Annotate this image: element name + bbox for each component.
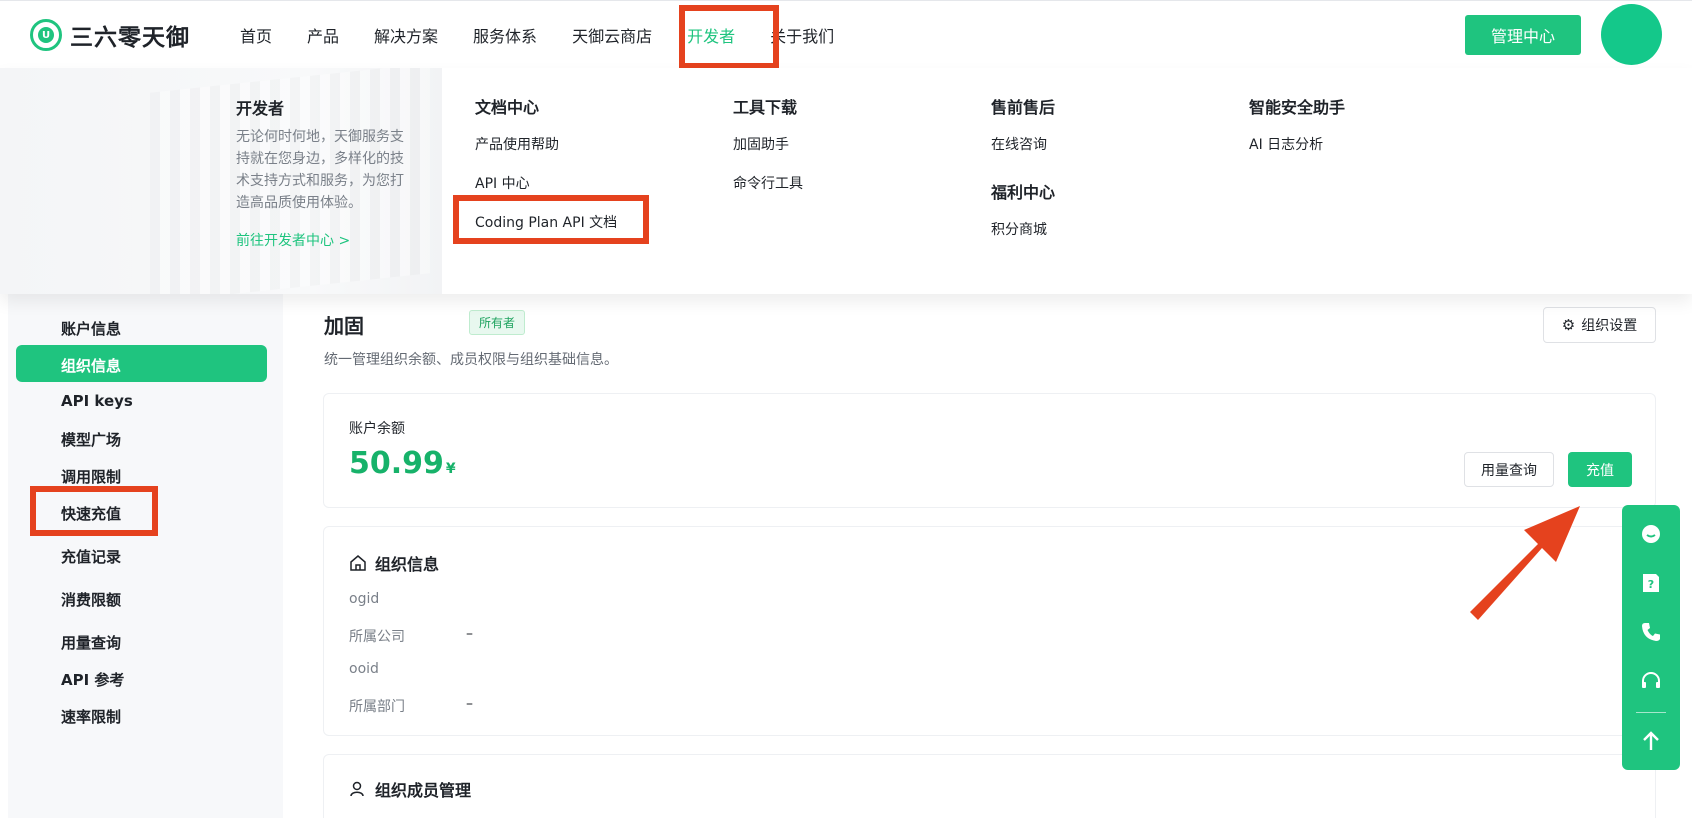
sidebar-item-org-info[interactable]: 组织信息 (61, 355, 121, 376)
sidebar-item-rate-limit[interactable]: 速率限制 (61, 706, 121, 727)
phone-icon[interactable] (1639, 620, 1663, 644)
support-column: 售前售后 在线咨询 福利中心 积分商城 (991, 94, 1055, 258)
info-value-company: – (466, 626, 473, 642)
org-members-title: 组织成员管理 (375, 781, 472, 800)
headset-icon[interactable] (1639, 669, 1663, 693)
top-navbar: U 三六零天御 首页 产品 解决方案 服务体系 天御云商店 开发者 关于我们 管… (0, 0, 1692, 69)
ai-assistant-column: 智能安全助手 AI 日志分析 (1249, 94, 1345, 173)
info-label-ooid: ooid (349, 661, 379, 677)
usage-query-button[interactable]: 用量查询 (1464, 452, 1554, 487)
balance-card: 账户余额 50.99 ¥ 用量查询 充值 (323, 393, 1656, 508)
dropdown-intro-description: 无论何时何地，天御服务支持就在您身边，多样化的技术支持方式和服务，为您打造高品质… (236, 129, 404, 211)
sidebar-item-account-info[interactable]: 账户信息 (61, 318, 121, 339)
owner-badge: 所有者 (469, 310, 526, 335)
tools-column-title: 工具下载 (733, 98, 798, 117)
org-settings-button[interactable]: ⚙ 组织设置 (1543, 307, 1656, 343)
page-title: 加固 (324, 314, 364, 338)
sidebar-item-usage-query[interactable]: 用量查询 (61, 632, 121, 653)
sidebar-item-spending-limit[interactable]: 消费限额 (61, 589, 121, 610)
developer-highlight-box (679, 5, 779, 69)
org-members-card: 组织成员管理 (323, 754, 1656, 818)
org-settings-label: 组织设置 (1581, 318, 1638, 334)
org-info-card: 组织信息 ogid 所属公司 – ooid 所属部门 – (323, 526, 1656, 736)
tools-item-hardening-assistant[interactable]: 加固助手 (733, 134, 803, 173)
sidebar-item-api-reference[interactable]: API 参考 (61, 669, 124, 690)
logo-mark-icon: U (30, 19, 62, 51)
ai-item-log-analysis[interactable]: AI 日志分析 (1249, 134, 1345, 173)
floating-toolbar: ? (1622, 505, 1680, 770)
gear-icon: ⚙ (1561, 316, 1576, 334)
nav-solutions[interactable]: 解决方案 (374, 23, 438, 47)
welfare-item-points-mall[interactable]: 积分商城 (991, 219, 1055, 258)
sidebar-item-model-plaza[interactable]: 模型广场 (61, 429, 121, 450)
sidebar-item-call-limits[interactable]: 调用限制 (61, 466, 121, 487)
nav-products[interactable]: 产品 (307, 23, 339, 47)
info-label-company: 所属公司 (349, 629, 405, 645)
nav-store[interactable]: 天御云商店 (572, 23, 652, 47)
org-info-title: 组织信息 (375, 555, 440, 574)
tools-column: 工具下载 加固助手 命令行工具 (733, 94, 803, 212)
nav-services[interactable]: 服务体系 (473, 23, 537, 47)
sidebar-item-recharge-records[interactable]: 充值记录 (61, 546, 121, 567)
info-label-department: 所属部门 (349, 699, 405, 715)
org-members-header: 组织成员管理 (349, 777, 471, 801)
nav-about[interactable]: 关于我们 (770, 23, 834, 47)
balance-label: 账户余额 (349, 421, 405, 437)
home-icon (350, 555, 366, 571)
brand-logo[interactable]: U 三六零天御 (30, 18, 190, 52)
developer-dropdown: 开发者 无论何时何地，天御服务支持就在您身边，多样化的技术支持方式和服务，为您打… (0, 68, 1692, 294)
tools-item-cli[interactable]: 命令行工具 (733, 173, 803, 212)
support-column-title: 售前售后 (991, 98, 1056, 117)
quick-recharge-highlight-box (30, 486, 158, 536)
admin-center-button[interactable]: 管理中心 (1465, 15, 1581, 55)
welfare-column-title: 福利中心 (991, 183, 1056, 202)
balance-currency: ¥ (445, 461, 456, 477)
ai-assistant-column-title: 智能安全助手 (1249, 98, 1346, 117)
sidebar-item-api-keys[interactable]: API keys (61, 392, 133, 410)
support-item-online-consult[interactable]: 在线咨询 (991, 134, 1055, 173)
recharge-button[interactable]: 充值 (1568, 452, 1632, 487)
developer-center-link[interactable]: 前往开发者中心 > (236, 230, 350, 250)
brand-name: 三六零天御 (70, 25, 190, 51)
annotation-arrow (1470, 506, 1580, 620)
user-avatar[interactable] (1601, 4, 1662, 65)
dropdown-intro-title: 开发者 (236, 99, 285, 118)
page-subtitle: 统一管理组织余额、成员权限与组织基础信息。 (324, 352, 618, 368)
balance-amount: 50.99 (349, 446, 444, 481)
balance-value: 50.99 ¥ (349, 446, 456, 481)
help-icon[interactable]: ? (1639, 571, 1663, 595)
docs-item-product-help[interactable]: 产品使用帮助 (475, 134, 617, 173)
sidebar-active-indicator (16, 345, 267, 382)
chat-icon[interactable] (1639, 522, 1663, 546)
coding-plan-highlight-box (453, 195, 649, 244)
nav-home[interactable]: 首页 (240, 23, 272, 47)
float-divider (1636, 712, 1666, 713)
docs-column-title: 文档中心 (475, 98, 540, 117)
user-group-icon (350, 781, 364, 797)
title-redaction (364, 304, 462, 334)
org-info-header: 组织信息 (349, 551, 439, 575)
info-label-ogid: ogid (349, 591, 380, 607)
arrow-up-icon[interactable] (1639, 729, 1663, 753)
svg-text:?: ? (1648, 578, 1654, 591)
info-value-department: – (466, 696, 473, 712)
